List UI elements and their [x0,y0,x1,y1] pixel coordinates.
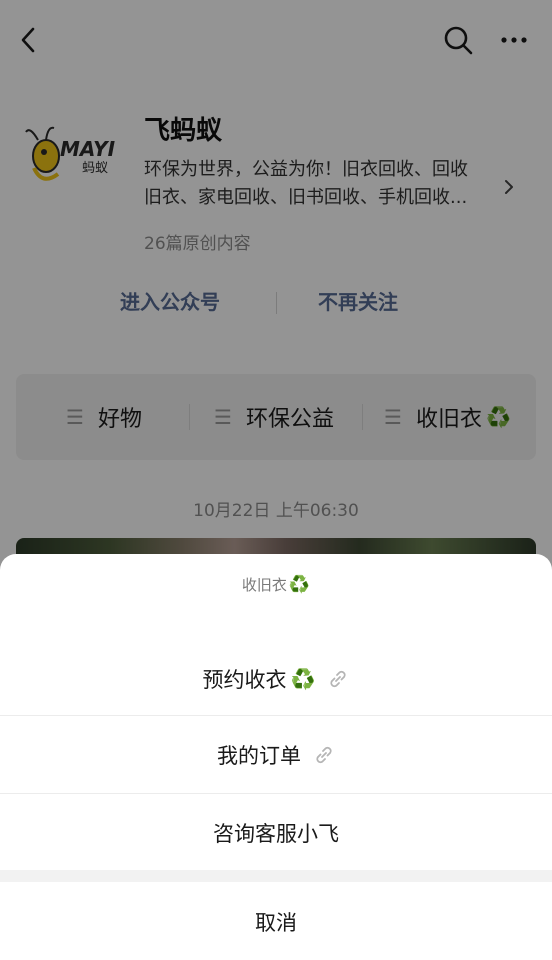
cancel-label: 取消 [255,910,297,935]
action-sheet-title: 收旧衣 ♻️ [0,574,552,595]
link-icon [330,670,347,687]
cancel-button[interactable]: 取消 [0,883,552,960]
recycle-icon: ♻️ [288,575,311,595]
sheet-item-my-orders[interactable]: 我的订单 [0,716,552,793]
sheet-item-book-pickup[interactable]: 预约收衣 ♻️ [0,640,552,717]
sheet-item-label: 预约收衣 [202,667,287,692]
sheet-title-label: 收旧衣 [241,576,287,594]
sheet-item-label: 我的订单 [217,743,301,768]
sheet-item-label: 咨询客服小飞 [213,821,339,846]
link-icon [316,746,332,763]
action-sheet: 收旧衣 ♻️ 预约收衣 ♻️ 我的订单 咨询客服小飞 取消 [0,554,552,960]
sheet-gap [0,870,552,882]
sheet-item-customer-service[interactable]: 咨询客服小飞 [0,794,552,871]
recycle-icon: ♻️ [290,666,316,691]
